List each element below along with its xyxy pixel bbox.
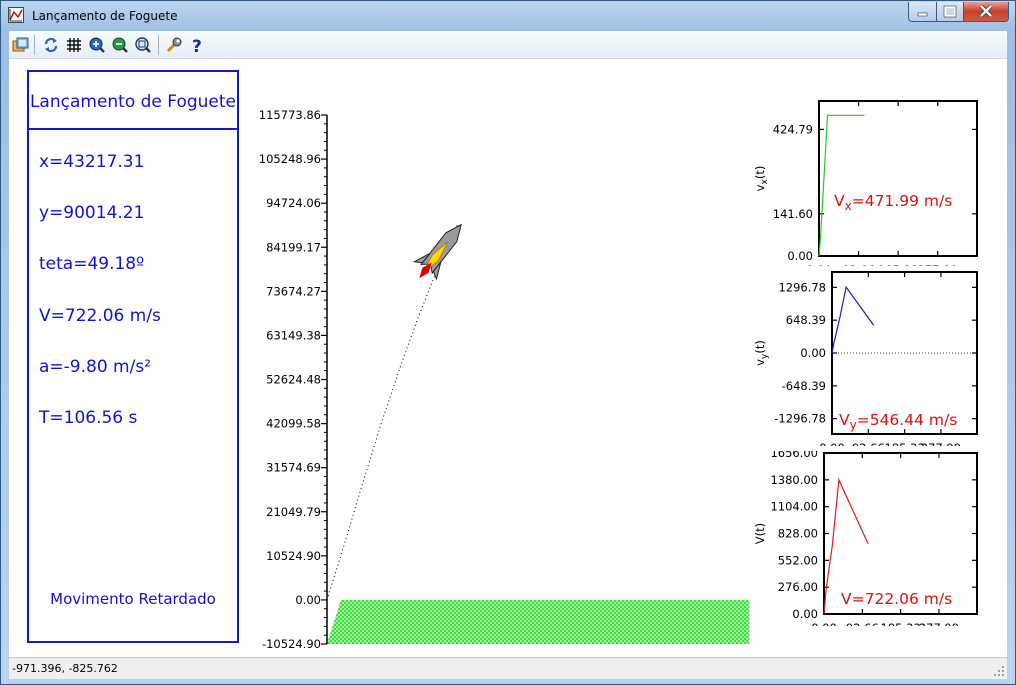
- y-tick-label: -648.39: [782, 379, 826, 393]
- x-tick-label: 277.99: [921, 441, 961, 446]
- y-tick-label: 0.00: [792, 607, 818, 621]
- y-position-readout: y=90014.21: [39, 203, 145, 223]
- open-icon[interactable]: [12, 36, 30, 54]
- resize-grip-icon[interactable]: [993, 665, 1005, 677]
- y-tick-label: 0.00: [800, 346, 826, 360]
- grid-icon[interactable]: [65, 36, 83, 54]
- close-button[interactable]: [963, 2, 1009, 22]
- y-axis-label: vx(t): [753, 166, 770, 192]
- v-chart[interactable]: 0.00 276.00 552.00 828.00 1104.00 1380.00 1656…: [744, 451, 994, 626]
- x-tick-label: 0.00: [811, 621, 837, 626]
- info-panel: Lançamento de Foguete x=43217.31 y=90014…: [27, 70, 239, 643]
- y-tick-label: 424.79: [773, 122, 813, 136]
- vy-chart[interactable]: -1296.78 -648.39 0.00 648.39 1296.78 0.00 92.6…: [744, 271, 994, 446]
- x-position-readout: x=43217.31: [39, 152, 145, 172]
- help-icon[interactable]: ?: [188, 36, 206, 54]
- y-tick-label: 141.60: [773, 207, 813, 221]
- y-tick-label: 1656.00: [770, 451, 818, 460]
- trajectory-path: [326, 222, 459, 601]
- vx-chart[interactable]: 0.00141.60424.790.0092.66185.33277.99tvx…: [744, 91, 994, 266]
- y-tick-label: 84199.17: [266, 240, 321, 254]
- y-tick-label: 828.00: [778, 527, 818, 541]
- x-tick-label: 92.66: [852, 441, 885, 446]
- velocity-readout: V=722.06 m/s: [39, 306, 161, 326]
- x-tick-label: 0.00: [806, 263, 832, 266]
- y-tick-label: 0.00: [295, 593, 321, 607]
- y-tick-label: 0.00: [787, 249, 813, 263]
- maximize-button[interactable]: [936, 2, 964, 22]
- readout-value: =471.99 m/s: [852, 192, 953, 210]
- y-tick-label: 115773.86: [259, 108, 321, 122]
- velocity-readout: V=722.06 m/s: [841, 590, 952, 608]
- y-tick-label: 105248.96: [259, 152, 321, 166]
- motion-type-label: Movimento Retardado: [50, 590, 216, 608]
- y-tick-label: 42099.58: [266, 417, 321, 431]
- y-tick-label: 10524.90: [266, 549, 321, 563]
- x-tick-label: 92.66: [842, 263, 875, 266]
- client-area: ? Lançamento de Foguete x=43217.31 y=900…: [9, 31, 1007, 679]
- toolbar-separator: [158, 35, 159, 55]
- info-panel-title: Lançamento de Foguete: [29, 72, 237, 130]
- maximize-icon: [943, 5, 957, 18]
- x-tick-label: 185.33: [878, 263, 918, 266]
- y-axis-label-rest: (t): [753, 166, 767, 179]
- svg-text:?: ?: [192, 37, 202, 54]
- toolbar: ?: [9, 31, 1007, 59]
- y-tick-label: 648.39: [786, 313, 826, 327]
- y-tick-label: 52624.48: [266, 373, 321, 387]
- y-tick-label: -10524.90: [262, 637, 321, 651]
- refresh-icon[interactable]: [42, 36, 60, 54]
- app-window: Lançamento de Foguete ? Lançamento de Fo…: [0, 0, 1016, 685]
- angle-readout: teta=49.18º: [39, 254, 145, 274]
- y-axis-label-rest: (t): [753, 340, 767, 353]
- acceleration-readout: a=-9.80 m/s²: [39, 357, 152, 377]
- window-title: Lançamento de Foguete: [32, 9, 178, 23]
- ground-area: [327, 599, 749, 644]
- velocity-readout: Vy=546.44 m/s: [839, 411, 957, 432]
- y-tick-label: 1296.78: [778, 280, 826, 294]
- y-tick-label: 1104.00: [770, 500, 818, 514]
- y-axis-label: vy(t): [753, 340, 770, 366]
- y-tick-label: 276.00: [778, 580, 818, 594]
- y-tick-label: 21049.79: [266, 505, 321, 519]
- trajectory-chart[interactable]: -10524.90 0.00 10524.90 21049.79 31574.69 420…: [241, 71, 761, 651]
- y-tick-label: 63149.38: [266, 328, 321, 342]
- minimize-icon: [917, 12, 928, 17]
- app-icon: [8, 7, 24, 23]
- time-readout: T=106.56 s: [39, 408, 138, 428]
- velocity-readout: Vx=471.99 m/s: [834, 192, 952, 213]
- rocket-icon: [412, 223, 462, 281]
- y-tick-label: 31574.69: [266, 461, 321, 475]
- y-tick-label: 94724.06: [266, 196, 321, 210]
- settings-wrench-icon[interactable]: [165, 36, 183, 54]
- x-tick-label: 185.33: [885, 441, 925, 446]
- cursor-coordinates: -971.396, -825.762: [12, 662, 118, 675]
- y-tick-label: 552.00: [778, 553, 818, 567]
- y-tick-label: -1296.78: [774, 412, 826, 426]
- zoom-in-icon[interactable]: [88, 36, 106, 54]
- x-tick-label: 0.00: [819, 441, 845, 446]
- y-tick-label: 1380.00: [770, 473, 818, 487]
- zoom-fit-icon[interactable]: [134, 36, 152, 54]
- readout-subscript: y: [850, 418, 857, 432]
- plot-frame: [818, 100, 978, 257]
- toolbar-separator: [34, 35, 35, 55]
- y-axis-label: V(t): [753, 523, 767, 544]
- x-tick-label: 185.33: [881, 621, 921, 626]
- x-tick-label: 277.99: [919, 621, 959, 626]
- y-tick-label: 73674.27: [266, 284, 321, 298]
- status-bar: -971.396, -825.762: [9, 657, 1007, 679]
- x-tick-label: 92.66: [846, 621, 879, 626]
- x-tick-label: 277.99: [918, 263, 958, 266]
- readout-value: =546.44 m/s: [857, 411, 958, 429]
- minimize-button[interactable]: [908, 2, 937, 22]
- close-icon: [979, 4, 993, 18]
- title-bar[interactable]: Lançamento de Foguete: [1, 1, 1015, 31]
- zoom-out-icon[interactable]: [111, 36, 129, 54]
- readout-subscript: x: [845, 199, 852, 213]
